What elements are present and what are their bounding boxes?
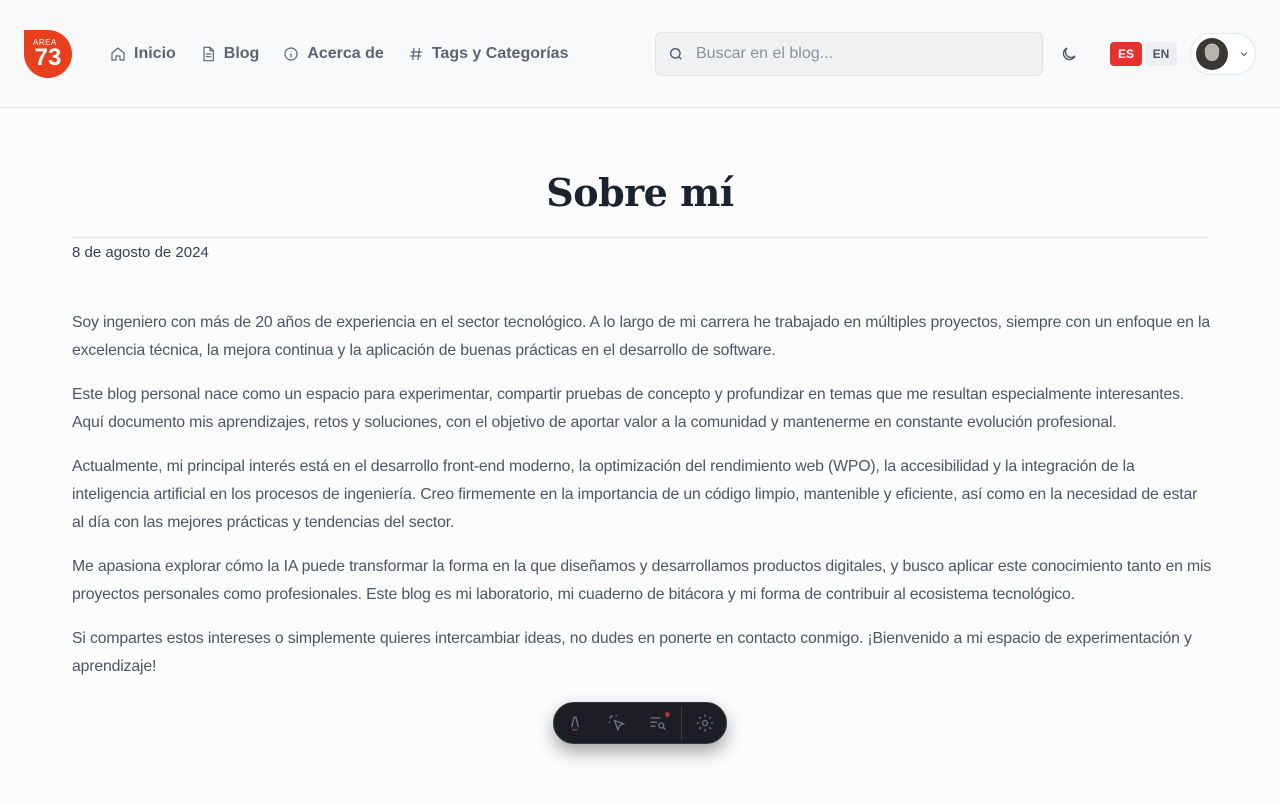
info-icon (284, 47, 298, 61)
search-box[interactable] (655, 32, 1043, 76)
nav-item-tags[interactable]: Tags y Categorías (408, 44, 569, 64)
nav-item-blog[interactable]: Blog (200, 44, 260, 64)
document-icon (203, 46, 214, 62)
lang-es-button[interactable]: ES (1110, 42, 1142, 66)
notification-dot (665, 712, 671, 717)
dev-toolbar-astro-button[interactable] (554, 703, 596, 743)
inspect-cursor-icon (608, 714, 626, 732)
dev-toolbar (553, 702, 727, 744)
main-nav: Inicio Blog Acerca de Tags y Categorías (110, 44, 592, 64)
article-body: Soy ingeniero con más de 20 años de expe… (72, 309, 1212, 697)
avatar (1196, 38, 1228, 70)
nav-item-acerca[interactable]: Acerca de (283, 44, 384, 64)
dev-toolbar-inspect-button[interactable] (596, 703, 638, 743)
nav-item-inicio[interactable]: Inicio (110, 44, 176, 64)
page-title: Sobre mí (546, 170, 734, 215)
post-date: 8 de agosto de 2024 (72, 244, 209, 261)
toolbar-divider (681, 706, 683, 740)
hash-icon (409, 47, 422, 61)
settings-gear-icon (696, 714, 714, 732)
chevron-down-icon (1240, 52, 1248, 57)
lang-en-button[interactable]: EN (1145, 42, 1177, 66)
nav-label: Acerca de (307, 45, 384, 62)
moon-icon (1062, 47, 1076, 61)
logo-big-text: 73 (34, 44, 62, 71)
nav-label: Tags y Categorías (431, 45, 569, 62)
site-header: AREA 73 Inicio Blog Acerca de Tags y Cat… (0, 0, 1280, 108)
paragraph: Este blog personal nace como un espacio … (72, 386, 1185, 431)
dev-toolbar-audit-button[interactable] (638, 703, 680, 743)
title-divider (72, 237, 1208, 238)
site-logo[interactable]: AREA 73 (24, 30, 72, 78)
nav-label: Inicio (134, 45, 176, 62)
paragraph: Soy ingeniero con más de 20 años de expe… (72, 314, 1211, 359)
nav-label: Blog (223, 45, 260, 62)
user-menu-button[interactable] (1190, 33, 1256, 75)
search-input[interactable] (696, 45, 1026, 63)
astro-icon (570, 716, 579, 731)
theme-toggle-button[interactable] (1060, 45, 1078, 63)
paragraph: Si compartes estos intereses o simplemen… (72, 630, 1192, 675)
search-icon (670, 48, 682, 60)
dev-toolbar-settings-button[interactable] (684, 703, 726, 743)
paragraph: Actualmente, mi principal interés está e… (72, 458, 1198, 531)
paragraph: Me apasiona explorar cómo la IA puede tr… (72, 558, 1212, 603)
home-icon (111, 47, 125, 61)
